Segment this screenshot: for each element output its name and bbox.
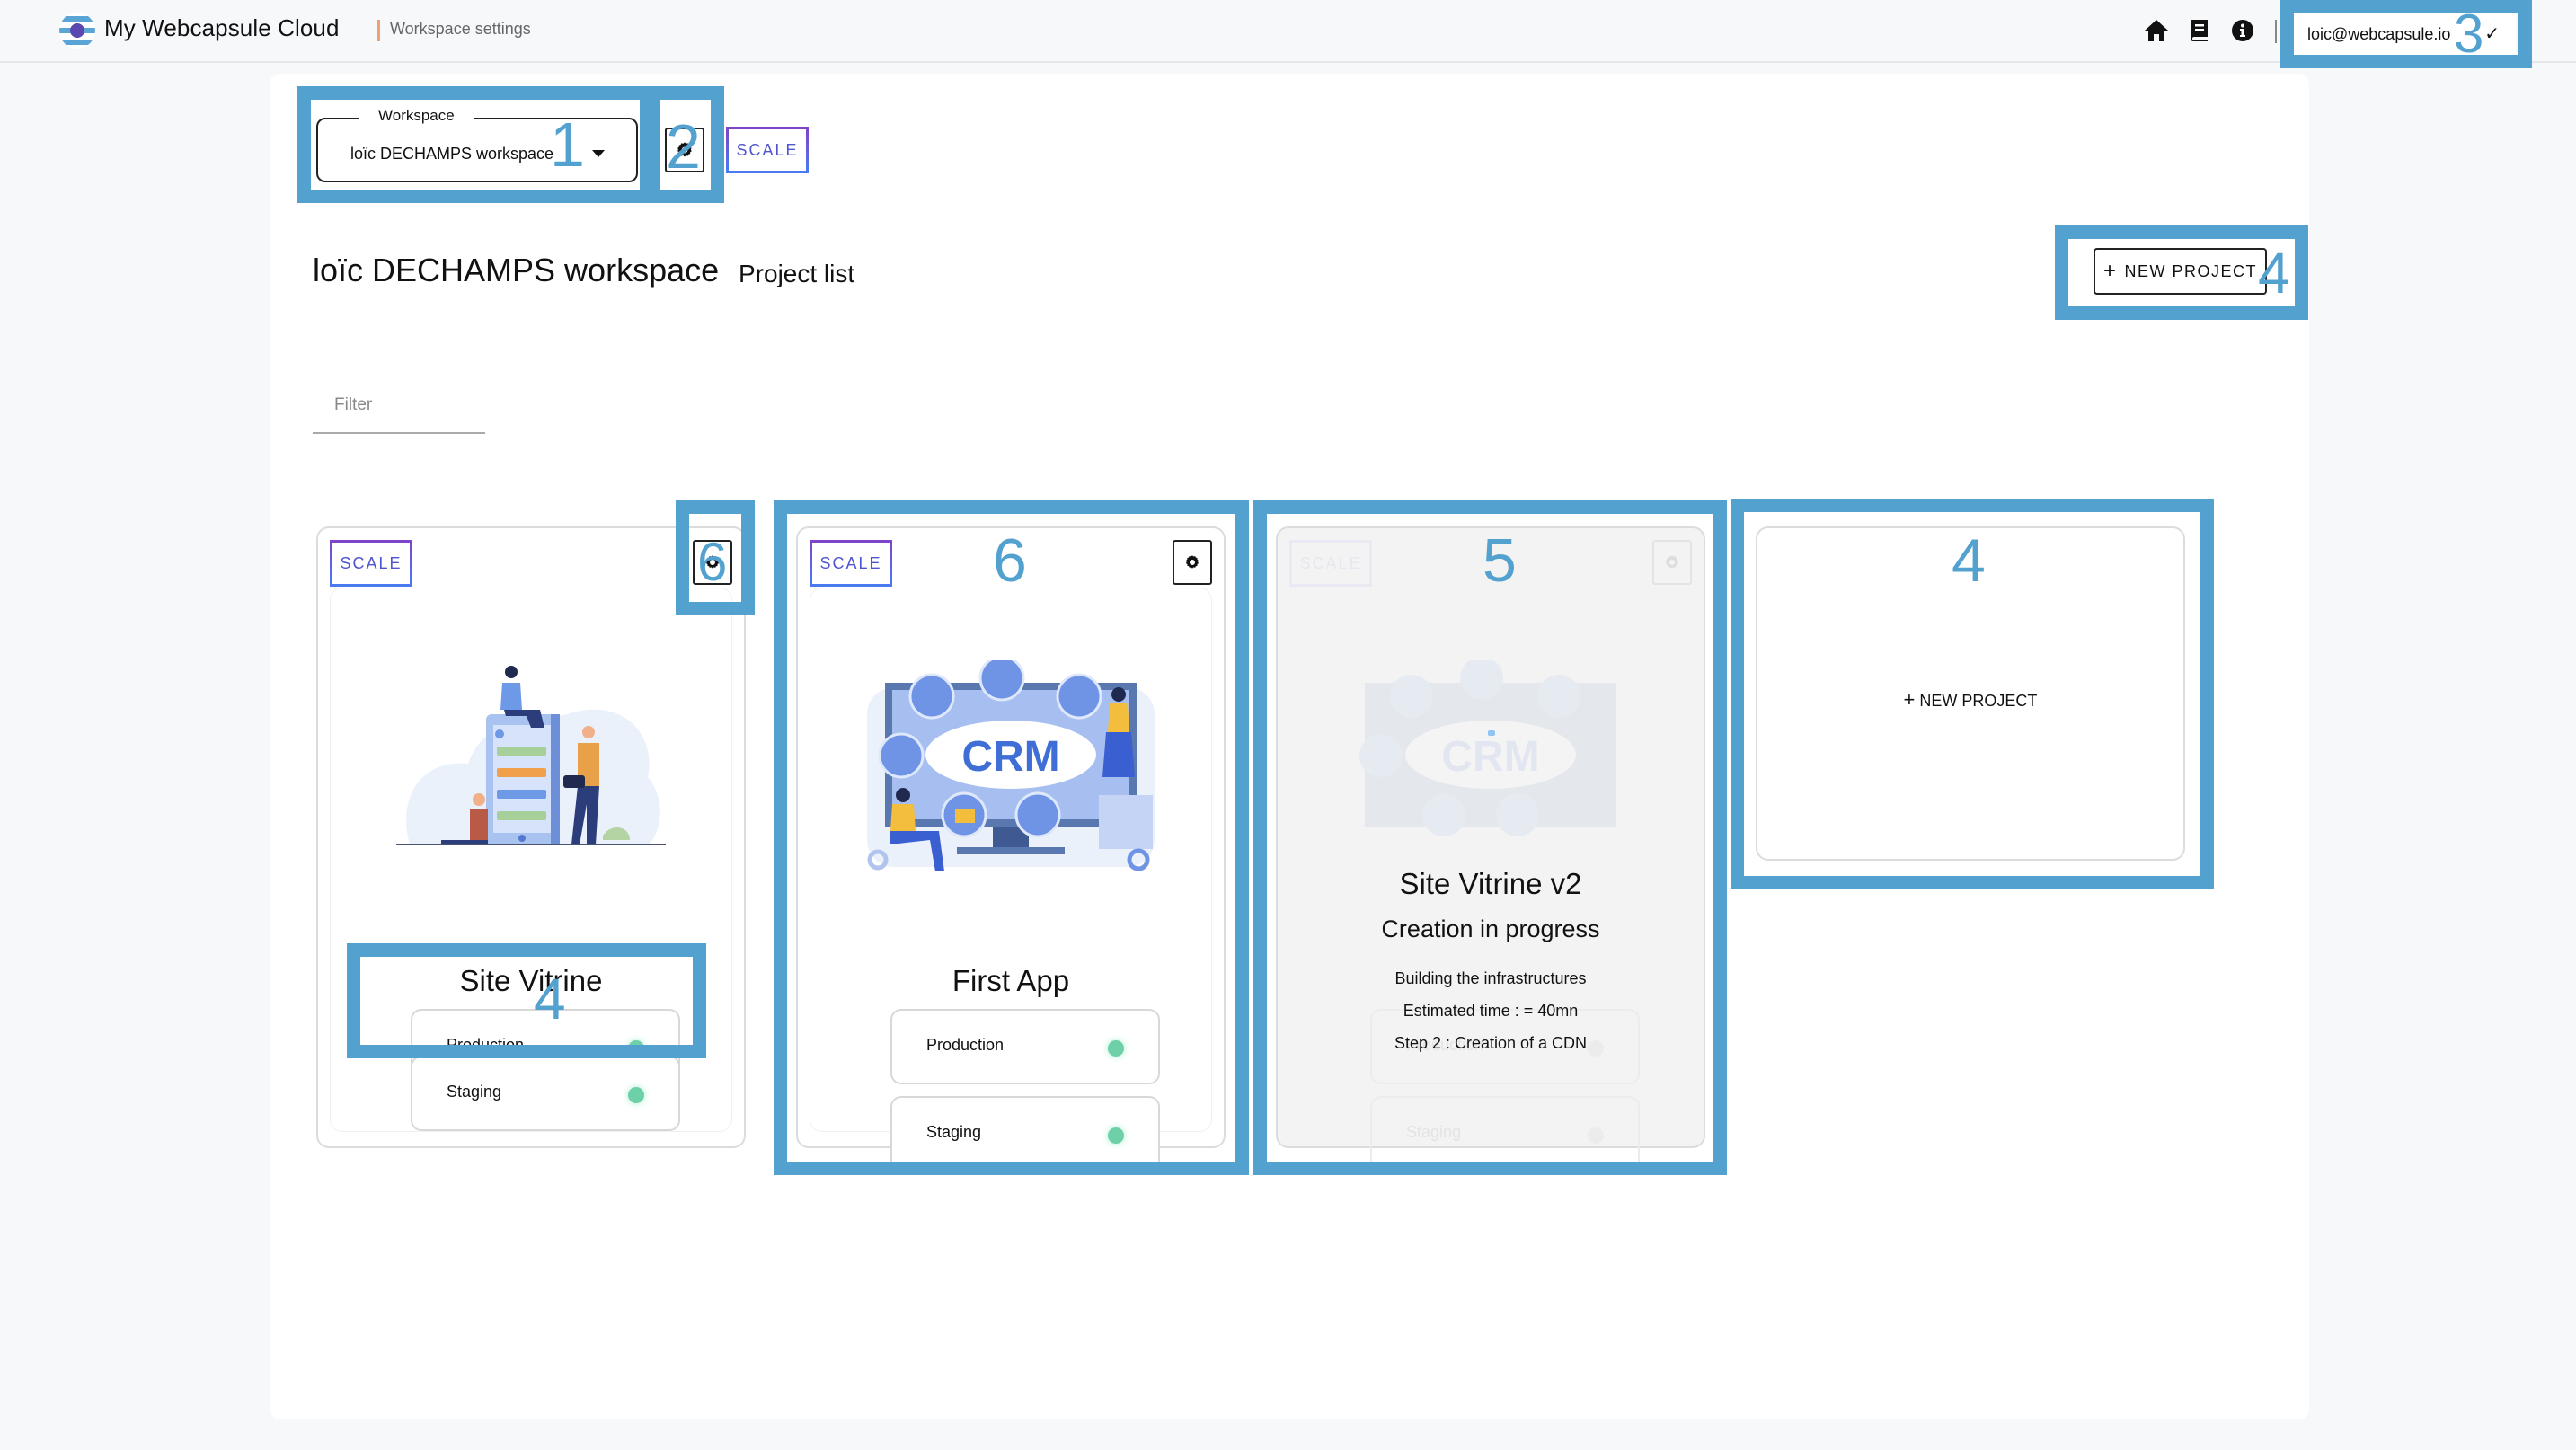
project-illustration-crm: CRM xyxy=(1359,660,1616,836)
progress-step-text: Building the infrastructures xyxy=(1394,969,1587,987)
svg-text:CRM: CRM xyxy=(1441,733,1539,781)
new-project-card[interactable]: + NEW PROJECT xyxy=(1756,526,2185,861)
gear-icon xyxy=(677,142,692,157)
workspace-plan-badge[interactable]: SCALE xyxy=(726,127,809,173)
project-plan-badge[interactable]: SCALE xyxy=(810,540,892,587)
project-settings-button[interactable] xyxy=(1173,540,1212,585)
filter-field[interactable] xyxy=(313,377,485,434)
gear-icon xyxy=(1185,555,1199,569)
workspace-settings-button[interactable] xyxy=(665,128,704,172)
workspace-title: loïc DECHAMPS workspace xyxy=(313,252,720,288)
caret-down-icon xyxy=(592,150,605,157)
title-separator xyxy=(377,20,380,41)
environment-production[interactable]: Production xyxy=(890,1009,1160,1084)
plus-icon: + xyxy=(2102,259,2118,283)
environment-staging[interactable]: Staging xyxy=(890,1096,1160,1171)
svg-text:CRM: CRM xyxy=(961,733,1059,781)
user-account-menu[interactable]: loic@webcapsule.io ✓ xyxy=(2294,13,2516,55)
project-illustration-crm: CRM xyxy=(867,660,1155,871)
project-card[interactable]: SCALE Site Vitrine Production Staging xyxy=(316,526,746,1148)
workspace-select-label: Workspace xyxy=(359,107,474,125)
status-online-icon xyxy=(628,1040,644,1057)
status-online-icon xyxy=(628,1087,644,1103)
status-online-icon xyxy=(1108,1040,1124,1057)
gear-icon xyxy=(705,555,720,569)
project-plan-badge[interactable]: SCALE xyxy=(330,540,412,587)
new-project-button[interactable]: + NEW PROJECT xyxy=(2094,248,2267,295)
environment-staging: Staging xyxy=(1370,1096,1640,1171)
project-card-body: CRM Production Staging Site Vitrine v2 C… xyxy=(1289,588,1692,1171)
project-list-heading: Project list xyxy=(739,260,855,287)
project-settings-button[interactable] xyxy=(693,540,732,585)
project-name[interactable]: Site Vitrine xyxy=(331,964,731,998)
environment-label: Staging xyxy=(447,1083,502,1101)
workspace-select[interactable]: Workspace loïc DECHAMPS workspace xyxy=(316,107,638,182)
current-step-text: Step 2 : Creation of a CDN xyxy=(1394,1034,1588,1052)
project-name[interactable]: First App xyxy=(810,964,1211,998)
project-card-body: CRM First App Production Staging xyxy=(810,588,1212,1171)
environment-label: Production xyxy=(926,1036,1005,1054)
top-bar: My Webcapsule Cloud Workspace settings l… xyxy=(0,0,2576,63)
loading-indicator xyxy=(1488,730,1495,736)
book-icon[interactable] xyxy=(2187,18,2212,43)
app-title[interactable]: My Webcapsule Cloud xyxy=(104,14,340,42)
environment-label: Staging xyxy=(926,1123,982,1141)
status-online-icon xyxy=(1108,1127,1124,1144)
environment-label: Production xyxy=(447,1036,525,1054)
project-illustration-people-phone xyxy=(396,666,666,845)
environment-label: Staging xyxy=(1406,1123,1462,1141)
creation-status: Creation in progress xyxy=(1381,915,1600,942)
home-icon[interactable] xyxy=(2144,18,2169,43)
project-name: Site Vitrine v2 xyxy=(1399,867,1582,900)
project-card-creating: SCALE CRM Production Staging Site Vitrin… xyxy=(1276,526,1705,1171)
webcapsule-logo-icon[interactable] xyxy=(59,13,95,49)
info-icon[interactable] xyxy=(2230,18,2255,43)
estimated-time-text: Estimated time : = 40mn xyxy=(1403,1002,1579,1020)
project-card-body: Site Vitrine Production Staging xyxy=(330,588,732,1132)
project-settings-button xyxy=(1652,540,1692,585)
new-project-card-label: + NEW PROJECT xyxy=(1903,688,2038,711)
environment-staging[interactable]: Staging xyxy=(411,1056,680,1131)
page-subtitle: Workspace settings xyxy=(390,20,531,38)
gear-icon xyxy=(1665,555,1679,569)
project-plan-badge: SCALE xyxy=(1289,540,1372,587)
status-pending-icon xyxy=(1588,1127,1604,1144)
project-card[interactable]: SCALE CRM First App Production Staging xyxy=(796,526,1226,1171)
user-email: loic@webcapsule.io xyxy=(2307,24,2451,43)
plus-icon: + xyxy=(1903,688,1916,711)
new-project-button-label: NEW PROJECT xyxy=(2124,261,2258,280)
header-divider xyxy=(2275,20,2277,43)
workspace-select-value: loïc DECHAMPS workspace xyxy=(350,145,554,163)
check-icon: ✓ xyxy=(2484,24,2500,44)
filter-input[interactable] xyxy=(313,377,485,432)
